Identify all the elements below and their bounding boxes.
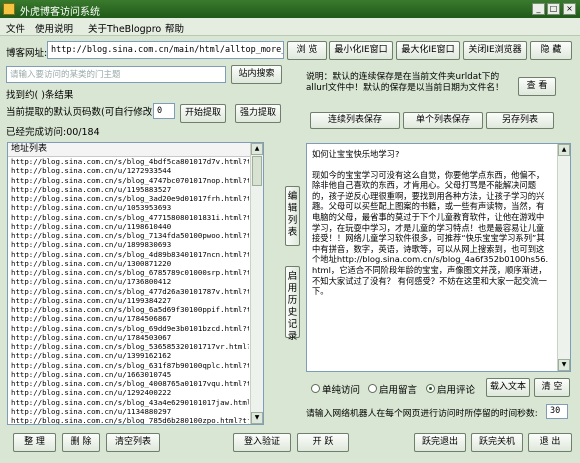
exit-button[interactable]: 退 出 <box>528 433 572 452</box>
completed-visits-label: 已经完成访问:00/184 <box>6 127 100 138</box>
single-visit-radio[interactable] <box>311 384 320 393</box>
interval-label: 请输入网络机器人在每个网页进行访问时所停留的时间秒数: <box>306 409 538 419</box>
url-list-row[interactable]: http://blog.sina.com.cn/s/blog_3ad20e9d0… <box>8 194 249 203</box>
save-as-button[interactable]: 另存列表 <box>486 112 554 129</box>
login-verify-button[interactable]: 登入验证 <box>233 433 291 452</box>
url-list-row[interactable]: http://blog.sina.com.cn/s/blog_536585320… <box>8 342 249 351</box>
url-list-row[interactable]: http://blog.sina.com.cn/u/1198610440 <box>8 222 249 231</box>
url-list-scrollbar[interactable]: ▲ ▼ <box>250 143 263 424</box>
minimize-ie-button[interactable]: 最小化IE窗口 <box>329 41 393 60</box>
page-count-input[interactable]: 0 <box>153 103 175 119</box>
url-list-rows: http://blog.sina.com.cn/s/blog_4bdf5ca80… <box>8 157 263 424</box>
window-title: 外虎博客访问系统 <box>20 7 100 18</box>
site-search-button[interactable]: 站内搜索 <box>231 65 282 84</box>
found-results-label: 找到约( )条结果 <box>6 90 74 101</box>
close-ie-button[interactable]: 关闭IE浏览器 <box>463 41 527 60</box>
content-scrollbar[interactable]: ▲ ▼ <box>557 144 570 371</box>
page-count-label: 当前提取的默认页码数(可自行修改) <box>6 107 156 118</box>
scroll-thumb[interactable] <box>252 156 262 186</box>
url-list-row[interactable]: http://blog.sina.com.cn/u/1663010745 <box>8 370 249 379</box>
save-note: 说明：默认的连续保存是在当前文件夹urldat下的allurl文件中！默认的保存… <box>306 72 504 93</box>
comment-radio[interactable] <box>426 384 435 393</box>
content-scroll-down-icon[interactable]: ▼ <box>558 359 570 371</box>
content-textarea[interactable]: 如何让宝宝快乐地学习? 现如今的宝宝学习可没有这么自觉，你要他学点东西，他偏不，… <box>306 143 571 372</box>
content-title: 如何让宝宝快乐地学习? <box>312 149 400 159</box>
force-extract-button[interactable]: 强力提取 <box>235 104 281 123</box>
search-placeholder: 请输入要访问的某类的门主题 <box>10 70 121 80</box>
url-list-row[interactable]: http://blog.sina.com.cn/u/1736800412 <box>8 277 249 286</box>
url-list-row[interactable]: http://blog.sina.com.cn/u/1195883527 <box>8 185 249 194</box>
url-list[interactable]: 地址列表 http://blog.sina.com.cn/s/blog_4bdf… <box>7 142 264 425</box>
url-label: 博客网址: <box>6 48 48 59</box>
maximize-ie-button[interactable]: 最大化IE窗口 <box>396 41 460 60</box>
url-list-row[interactable]: http://blog.sina.com.cn/s/blog_4008765a0… <box>8 379 249 388</box>
url-list-row[interactable]: http://blog.sina.com.cn/s/blog_7134fda50… <box>8 231 249 240</box>
url-list-row[interactable]: http://blog.sina.com.cn/u/1134880297 <box>8 407 249 416</box>
organize-button[interactable]: 整 理 <box>13 433 56 452</box>
minimize-window-button[interactable]: _ <box>532 3 545 15</box>
url-list-row[interactable]: http://blog.sina.com.cn/s/blog_4d89b8340… <box>8 250 249 259</box>
shutdown-quit-button[interactable]: 跃完退出 <box>414 433 466 452</box>
url-list-row[interactable]: http://blog.sina.com.cn/s/blog_631f87b90… <box>8 361 249 370</box>
interval-input[interactable]: 30 <box>546 404 568 419</box>
url-list-row[interactable]: http://blog.sina.com.cn/s/blog_477158080… <box>8 213 249 222</box>
url-list-header: 地址列表 <box>8 143 263 157</box>
clear-text-button[interactable]: 清 空 <box>534 378 570 397</box>
delete-button[interactable]: 删 除 <box>62 433 100 452</box>
shutdown-pc-button[interactable]: 跃完关机 <box>471 433 523 452</box>
menu-bar: 文件 使用说明 关于TheBlogpro 帮助 <box>0 18 580 36</box>
load-text-button[interactable]: 载入文本 <box>486 378 530 397</box>
search-input[interactable]: 请输入要访问的某类的门主题 <box>6 66 226 83</box>
url-list-row[interactable]: http://blog.sina.com.cn/u/1272933544 <box>8 166 249 175</box>
url-list-row[interactable]: http://blog.sina.com.cn/u/1899830693 <box>8 240 249 249</box>
edit-list-button[interactable]: 编辑列表 <box>285 186 300 246</box>
browse-button[interactable]: 浏 览 <box>287 41 327 60</box>
scroll-down-arrow-icon[interactable]: ▼ <box>251 412 263 424</box>
close-window-button[interactable]: × <box>563 3 576 15</box>
history-button[interactable]: 启用历史记录 <box>285 266 300 342</box>
url-list-row[interactable]: http://blog.sina.com.cn/s/blog_4bdf5ca80… <box>8 157 249 166</box>
url-input[interactable]: http://blog.sina.com.cn/main/html/alltop… <box>47 41 284 59</box>
url-list-row[interactable]: http://blog.sina.com.cn/s/blog_69dd9e3b0… <box>8 324 249 333</box>
url-list-row[interactable]: http://blog.sina.com.cn/s/blog_785d6b280… <box>8 416 249 424</box>
content-text: 如何让宝宝快乐地学习? 现如今的宝宝学习可没有这么自觉，你要他学点东西，他偏不，… <box>312 149 552 297</box>
url-list-row[interactable]: http://blog.sina.com.cn/u/1053953693 <box>8 203 249 212</box>
url-list-row[interactable]: http://blog.sina.com.cn/u/1292400222 <box>8 388 249 397</box>
continuous-save-button[interactable]: 连续列表保存 <box>310 112 400 129</box>
url-list-row[interactable]: http://blog.sina.com.cn/u/1784506867 <box>8 314 249 323</box>
comment-label: 启用评论 <box>437 385 476 396</box>
url-list-row[interactable]: http://blog.sina.com.cn/u/1399162162 <box>8 351 249 360</box>
app-icon <box>3 3 15 15</box>
message-label: 启用留言 <box>379 385 418 396</box>
menu-about[interactable]: 关于TheBlogpro <box>88 21 161 35</box>
url-list-row[interactable]: http://blog.sina.com.cn/u/1199384227 <box>8 296 249 305</box>
menu-instructions[interactable]: 使用说明 <box>35 21 73 35</box>
single-save-button[interactable]: 单个列表保存 <box>403 112 483 129</box>
url-list-row[interactable]: http://blog.sina.com.cn/u/1784503067 <box>8 333 249 342</box>
url-list-row[interactable]: http://blog.sina.com.cn/s/blog_4747bc070… <box>8 176 249 185</box>
title-bar: 外虎博客访问系统 _ □ × <box>0 0 580 18</box>
content-scroll-up-icon[interactable]: ▲ <box>558 144 570 156</box>
app-window: 外虎博客访问系统 _ □ × 文件 使用说明 关于TheBlogpro 帮助 博… <box>0 0 580 463</box>
start-extract-button[interactable]: 开始提取 <box>180 104 226 123</box>
url-list-row[interactable]: http://blog.sina.com.cn/u/1300871220 <box>8 259 249 268</box>
message-radio[interactable] <box>368 384 377 393</box>
content-body: 现如今的宝宝学习可没有这么自觉，你要他学点东西，他偏不，除非他自己喜欢的东西，才… <box>312 169 549 297</box>
single-visit-label: 单纯访问 <box>322 385 361 396</box>
url-list-row[interactable]: http://blog.sina.com.cn/s/blog_6a5d69f30… <box>8 305 249 314</box>
scroll-up-arrow-icon[interactable]: ▲ <box>251 143 263 155</box>
view-button[interactable]: 查 看 <box>518 77 556 96</box>
menu-help[interactable]: 帮助 <box>165 21 184 35</box>
clear-list-button[interactable]: 清空列表 <box>106 433 160 452</box>
start-button[interactable]: 开 跃 <box>297 433 349 452</box>
url-list-row[interactable]: http://blog.sina.com.cn/s/blog_6785789c0… <box>8 268 249 277</box>
hide-button[interactable]: 隐 藏 <box>530 41 572 60</box>
url-list-row[interactable]: http://blog.sina.com.cn/s/blog_477d26a30… <box>8 287 249 296</box>
menu-file[interactable]: 文件 <box>6 21 25 35</box>
url-list-row[interactable]: http://blog.sina.com.cn/s/blog_43a4e6290… <box>8 398 249 407</box>
maximize-window-button[interactable]: □ <box>547 3 560 15</box>
